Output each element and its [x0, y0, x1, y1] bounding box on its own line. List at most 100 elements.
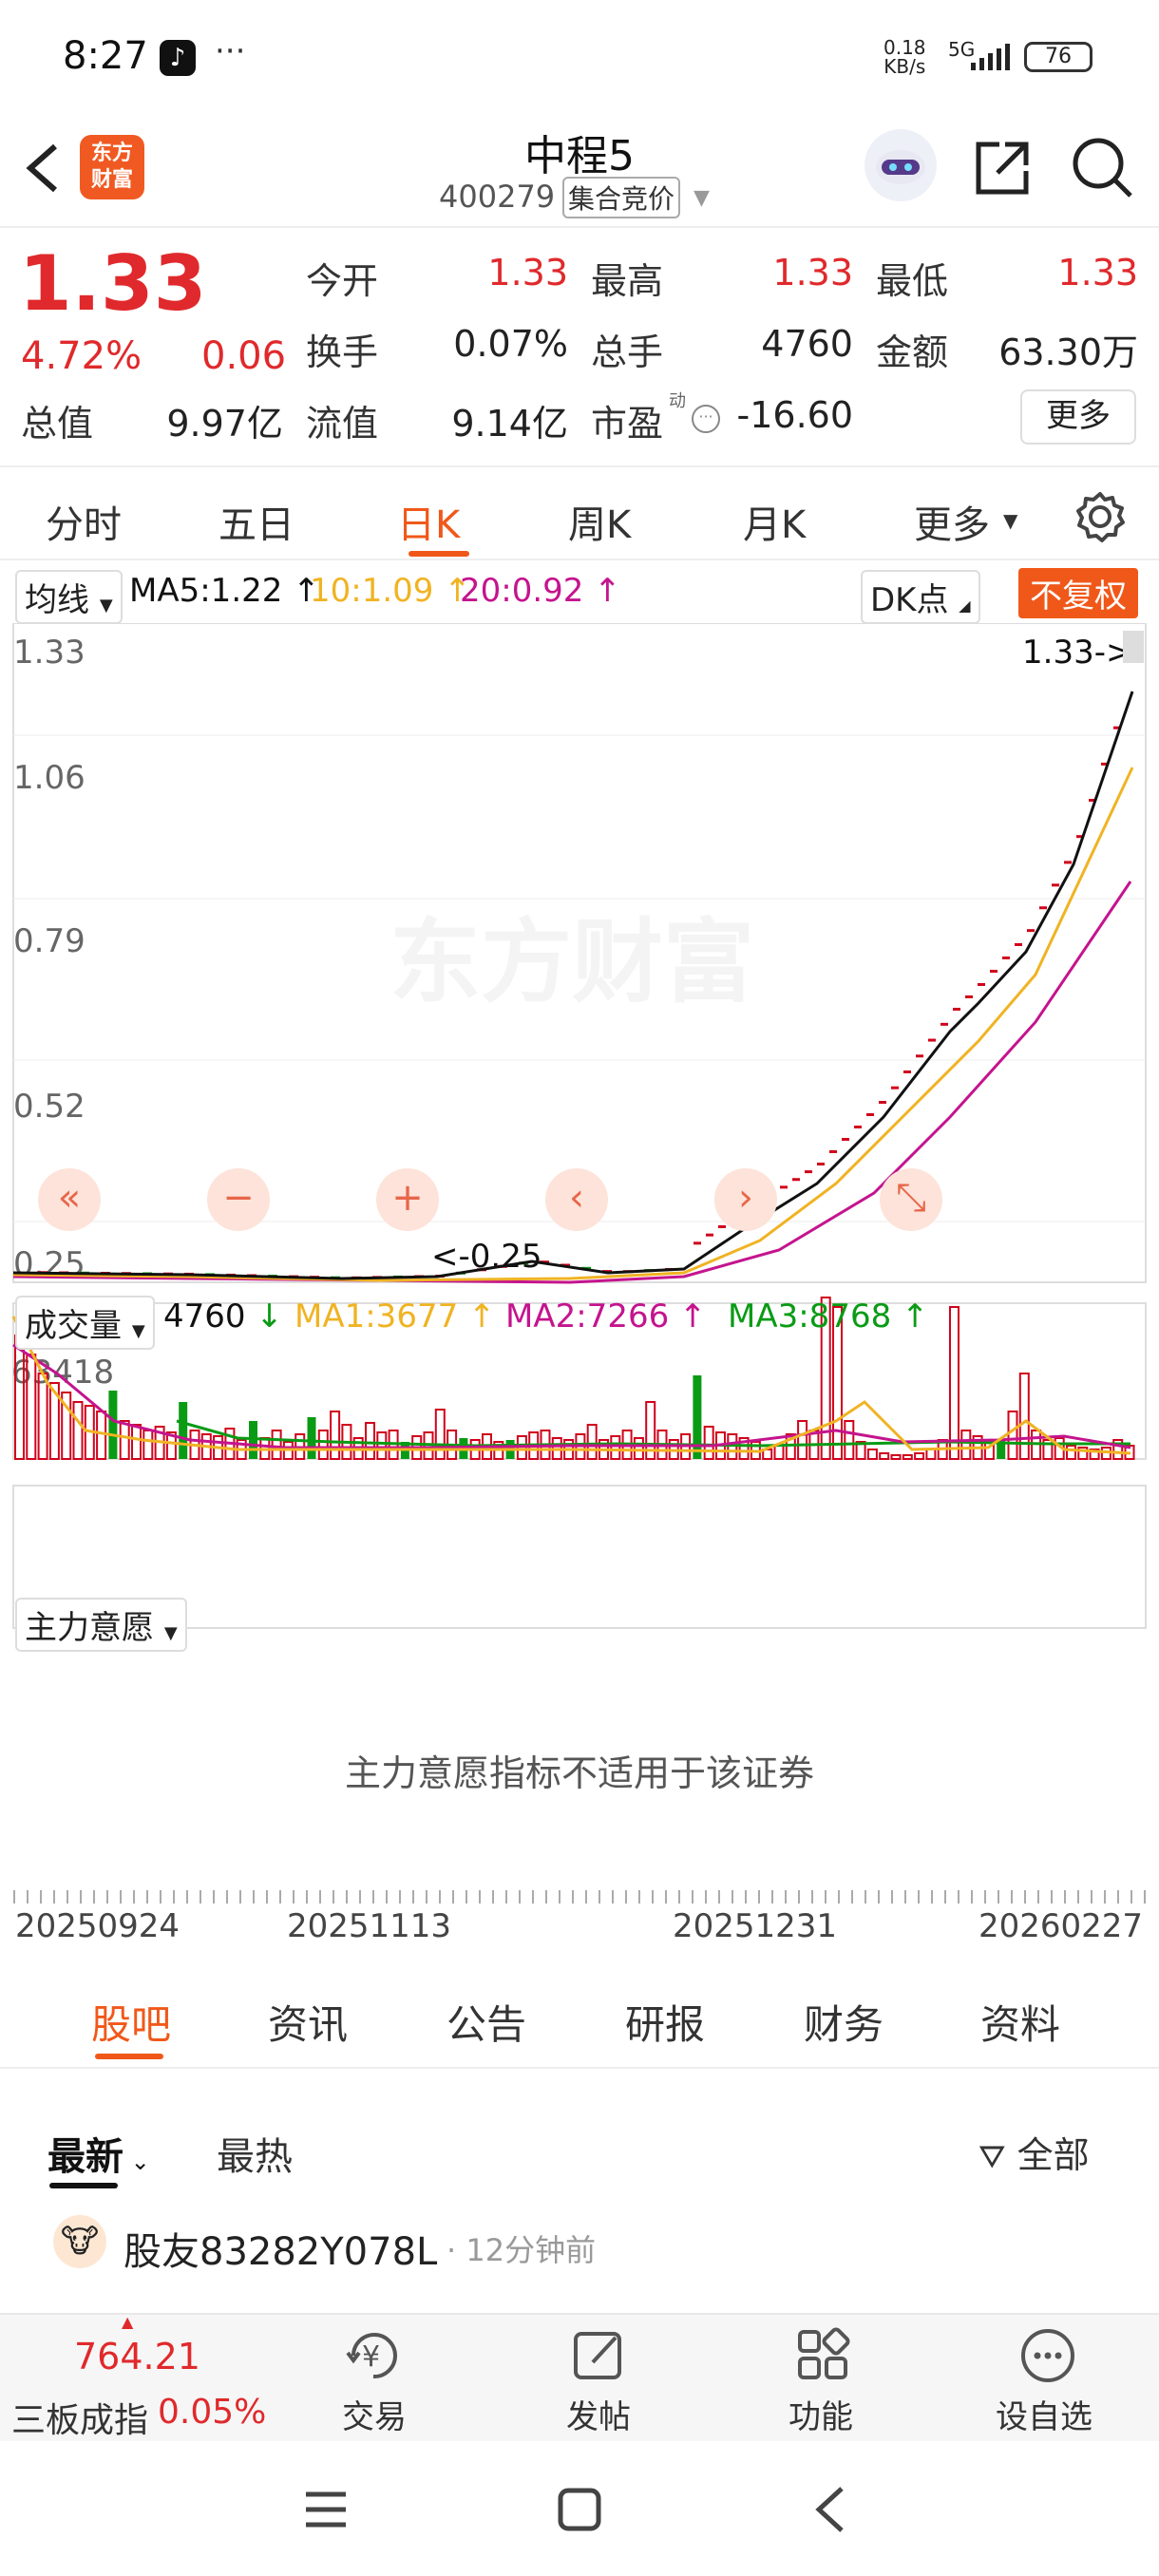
tab-five-day[interactable]: 五日 — [218, 494, 294, 549]
stock-code: 400279 — [439, 179, 556, 215]
candlestick — [978, 983, 985, 986]
candlestick — [805, 1170, 812, 1174]
y-tick-0: 1.33 — [13, 634, 86, 672]
volume-bar — [1066, 1445, 1076, 1460]
ma20-legend: 20:0.92 ↑ — [460, 572, 621, 610]
post-username[interactable]: 股友83282Y078L — [124, 2221, 437, 2276]
vma1-legend: MA1:3677 ↑ — [294, 1297, 496, 1335]
kline-chart-area: 均线 ▼ MA5:1.22 ↑ 10:1.09 ↑ 20:0.92 ↑ DK点 … — [0, 560, 1159, 1966]
pe-dynamic-badge: 动 — [669, 391, 686, 411]
candlestick — [1002, 957, 1010, 959]
watermark: 东方财富 — [390, 909, 754, 1015]
index-name[interactable]: 三板成指 — [11, 2393, 148, 2442]
candlestick — [792, 1178, 800, 1182]
scroll-left-icon[interactable]: « — [38, 1168, 101, 1231]
candlestick — [953, 1008, 960, 1011]
info-icon[interactable]: ··· — [692, 405, 720, 433]
step-right-icon[interactable]: › — [714, 1168, 777, 1231]
vma3-legend: MA3:8768 ↑ — [728, 1297, 929, 1335]
apps-icon[interactable] — [792, 2324, 855, 2391]
more-button[interactable]: 更多 — [1020, 389, 1136, 445]
candlestick — [694, 1241, 701, 1245]
volume-selector[interactable]: 成交量 ▼ — [15, 1296, 155, 1350]
volume-bar — [844, 1420, 855, 1460]
user-avatar[interactable]: 🐮 — [53, 2215, 106, 2268]
volume-bar — [773, 1445, 785, 1460]
candlestick — [780, 1185, 788, 1189]
volume-bar — [925, 1449, 937, 1460]
candlestick — [842, 1138, 849, 1141]
system-nav-bar — [0, 2441, 1159, 2576]
volume-bar — [797, 1420, 808, 1460]
volume-bar — [586, 1424, 598, 1460]
date-label-0: 20250924 — [15, 1907, 180, 1945]
tab-research[interactable]: 研报 — [625, 1993, 705, 2051]
favorite-label[interactable]: 设自选 — [996, 2391, 1092, 2437]
volume-bar — [119, 1420, 130, 1460]
signal-icon — [969, 44, 1011, 76]
zoom-out-icon[interactable]: − — [207, 1168, 270, 1231]
candlestick — [1064, 861, 1072, 864]
change-percent: 4.72% — [21, 334, 142, 378]
total-value: 9.97亿 — [166, 403, 283, 445]
tab-daily-k[interactable]: 日K — [397, 494, 460, 549]
date-label-1: 20251113 — [287, 1907, 452, 1945]
tab-guba[interactable]: 股吧 — [91, 1993, 171, 2051]
volume-bar — [434, 1409, 446, 1460]
sort-hot[interactable]: 最热 — [217, 2126, 293, 2181]
auction-badge[interactable]: 集合竞价 — [562, 177, 681, 218]
favorite-icon[interactable] — [1016, 2324, 1079, 2391]
tab-finance[interactable]: 财务 — [804, 1993, 884, 2051]
tab-weekly-k[interactable]: 周K — [568, 494, 631, 549]
step-left-icon[interactable]: ‹ — [545, 1168, 608, 1231]
high-label: 最高 — [591, 260, 664, 302]
open-label: 今开 — [306, 260, 379, 302]
volume-bar — [72, 1401, 84, 1460]
clock: 8:27 — [63, 34, 148, 78]
index-value[interactable]: 764.21 — [74, 2336, 200, 2377]
indicator-selector[interactable]: 主力意愿 ▼ — [15, 1598, 187, 1652]
adjust-button[interactable]: 不复权 — [1018, 568, 1138, 618]
settings-gear-icon[interactable] — [1074, 490, 1127, 547]
auction-dropdown-icon[interactable]: ▼ — [694, 186, 710, 210]
menu-nav-icon[interactable] — [304, 2489, 348, 2534]
kline-svg[interactable]: 东方财富 1.33 1.06 0.79 0.52 0.25 1.33-> <-0… — [0, 623, 1159, 1639]
change-amount: 0.06 — [201, 334, 287, 378]
fullscreen-icon[interactable]: ⤡ — [880, 1168, 942, 1231]
trade-label[interactable]: 交易 — [342, 2391, 407, 2437]
sort-indicator — [49, 2183, 118, 2188]
home-nav-icon[interactable] — [557, 2487, 602, 2536]
date-label-2: 20251231 — [673, 1907, 838, 1945]
apps-label[interactable]: 功能 — [788, 2391, 853, 2437]
ma-selector[interactable]: 均线 ▼ — [15, 570, 123, 624]
post-label[interactable]: 发帖 — [566, 2391, 631, 2437]
float-value: 9.14亿 — [451, 403, 568, 445]
volume-bar — [96, 1411, 107, 1460]
pe-label: 市盈 — [591, 403, 664, 445]
trade-icon[interactable]: ¥ — [342, 2324, 405, 2391]
more-notifications: ··· — [215, 32, 246, 70]
news-tab-indicator — [95, 2054, 163, 2059]
assistant-robot-icon[interactable] — [864, 129, 937, 201]
turnover-label: 换手 — [306, 331, 379, 373]
search-icon[interactable] — [1070, 135, 1136, 205]
volume-bar — [142, 1430, 154, 1460]
tab-intraday[interactable]: 分时 — [46, 494, 122, 549]
share-icon[interactable] — [971, 137, 1034, 203]
volume-bar — [376, 1431, 388, 1460]
tab-more-dropdown-icon[interactable]: ▼ — [1003, 509, 1017, 532]
tab-monthly-k[interactable]: 月K — [743, 494, 806, 549]
indicator-message: 主力意愿指标不适用于该证券 — [344, 1752, 814, 1794]
tab-news[interactable]: 资讯 — [268, 1993, 348, 2051]
tab-announcements[interactable]: 公告 — [446, 1993, 526, 2051]
dk-point-button[interactable]: DK点 ◢ — [861, 570, 980, 624]
candlestick — [817, 1163, 825, 1165]
tab-more[interactable]: 更多 — [914, 494, 990, 549]
zoom-in-icon[interactable]: + — [376, 1168, 439, 1231]
post-icon[interactable] — [568, 2324, 631, 2391]
back-nav-icon[interactable] — [811, 2485, 849, 2538]
tab-profile[interactable]: 资料 — [980, 1993, 1060, 2051]
candlestick — [829, 1150, 837, 1153]
sort-latest[interactable]: 最新 ⌄ — [48, 2126, 150, 2181]
filter-button[interactable]: ⛛ 全部 — [978, 2126, 1090, 2178]
